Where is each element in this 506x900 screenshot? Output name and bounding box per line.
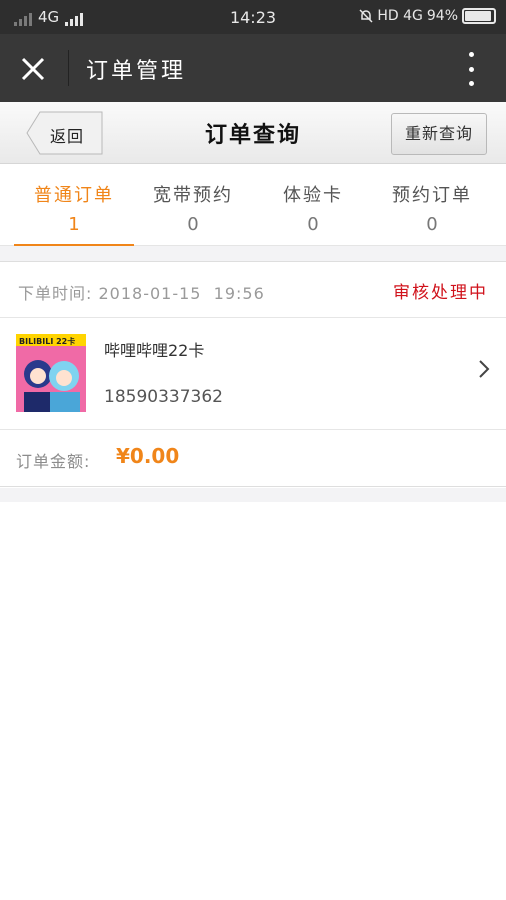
thumb-text: BILIBILI 22卡 (19, 336, 75, 346)
battery-icon (462, 8, 496, 24)
close-icon[interactable] (18, 54, 48, 84)
tab-count: 0 (187, 214, 199, 235)
chevron-right-icon (479, 360, 490, 378)
product-image: BILIBILI 22卡 (16, 334, 86, 412)
order-item-row[interactable]: BILIBILI 22卡 哔哩哔哩22卡 18590337362 (0, 318, 506, 430)
order-time-value: 2018-01-15 19:56 (98, 284, 265, 303)
tab-broadband-booking[interactable]: 宽带预约 0 (133, 164, 253, 246)
product-name: 哔哩哔哩22卡 (104, 341, 205, 360)
tab-label: 宽带预约 (153, 185, 233, 206)
tab-count: 0 (307, 214, 319, 235)
tab-count: 0 (426, 214, 438, 235)
requery-button[interactable]: 重新查询 (391, 113, 487, 155)
tab-label: 普通订单 (34, 185, 114, 206)
nav-bar: 订单管理 (0, 34, 506, 102)
nav-divider (68, 50, 69, 86)
query-header: 返回 订单查询 重新查询 (0, 102, 506, 164)
section-gap (0, 246, 506, 261)
status-bar: 4G 14:23 HD 4G 94% (0, 0, 506, 34)
order-tabs: 普通订单 1 宽带预约 0 体验卡 0 预约订单 0 (0, 164, 506, 246)
section-gap-bottom (0, 488, 506, 502)
amount-value: ¥0.00 (116, 444, 180, 468)
tab-normal-orders[interactable]: 普通订单 1 (14, 164, 134, 246)
network-type-right: HD 4G (377, 8, 423, 24)
tab-trial-card[interactable]: 体验卡 0 (253, 164, 373, 246)
order-amount-row: 订单金额: ¥0.00 (0, 430, 506, 486)
tab-reservation-orders[interactable]: 预约订单 0 (372, 164, 492, 246)
order-time-row: 下单时间: 2018-01-15 19:56 审核处理中 (0, 262, 506, 318)
phone-number: 18590337362 (104, 387, 223, 407)
product-thumbnail: BILIBILI 22卡 (16, 334, 86, 412)
status-right: HD 4G 94% (359, 8, 496, 24)
tab-count: 1 (68, 214, 80, 235)
tab-label: 预约订单 (392, 185, 472, 206)
battery-percent: 94% (426, 8, 458, 24)
tab-label: 体验卡 (283, 185, 343, 206)
amount-label: 订单金额: (16, 452, 91, 471)
mute-bell-icon (359, 9, 373, 23)
order-status: 审核处理中 (393, 283, 488, 303)
more-menu-icon[interactable] (464, 52, 478, 86)
order-card: 下单时间: 2018-01-15 19:56 审核处理中 BILIBILI 22… (0, 261, 506, 487)
order-time-label: 下单时间: (18, 284, 93, 303)
order-time: 下单时间: 2018-01-15 19:56 (18, 280, 265, 304)
nav-title: 订单管理 (86, 59, 187, 84)
